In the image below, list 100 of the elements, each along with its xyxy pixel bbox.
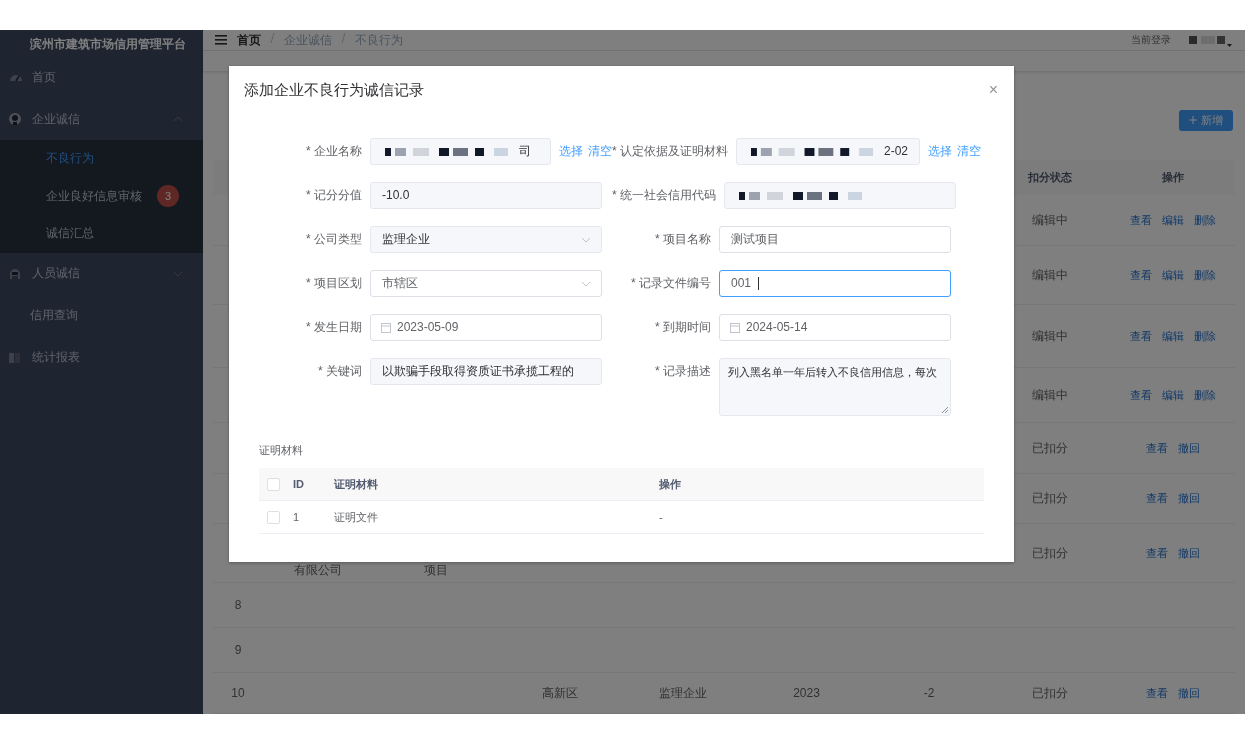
action-link[interactable]: 撤回 (1177, 440, 1200, 456)
field-label: * 公司类型 (305, 231, 363, 248)
date-field[interactable]: 2023-05-09 (370, 314, 602, 341)
chevron-down-icon (581, 280, 591, 287)
sidebar-item[interactable]: 统计报表 (0, 336, 203, 379)
input-field[interactable]: 司 (370, 138, 551, 165)
date-field[interactable]: 2024-05-14 (719, 314, 951, 341)
sidebar-item[interactable]: 企业诚信 (0, 98, 203, 140)
table-cell: -2 (923, 686, 935, 700)
table-cell: 10 (231, 686, 245, 700)
menu-icon (215, 34, 227, 47)
action-link[interactable]: 撤回 (1177, 545, 1200, 561)
resize-grip-icon (941, 406, 949, 414)
action-link[interactable]: 编辑 (1161, 212, 1184, 228)
action-link[interactable]: 查看 (1145, 491, 1168, 506)
count-badge: 3 (157, 185, 179, 208)
checkbox[interactable] (267, 510, 280, 524)
action-link[interactable]: 撤回 (1177, 491, 1200, 506)
add-button[interactable]: 新增 (1179, 109, 1233, 131)
plus-icon (1189, 116, 1197, 124)
field-label: * 项目区划 (305, 275, 363, 292)
action-link[interactable]: 撤回 (1177, 685, 1200, 701)
close-button[interactable]: × (988, 81, 998, 99)
slash-separator-icon (269, 31, 276, 44)
book-icon (8, 350, 22, 365)
column-header: 扣分状态 (1028, 170, 1072, 185)
input-field[interactable]: 以欺骗手段取得资质证书承揽工程的 (370, 358, 602, 385)
action-link[interactable]: 查看 (1145, 685, 1168, 701)
table-cell: 高新区 (542, 684, 578, 702)
table-cell: 已扣分 (1032, 490, 1068, 507)
input-field[interactable]: 测试项目 (719, 226, 951, 253)
table-cell: 已扣分 (1032, 439, 1068, 457)
table-cell: 已扣分 (1032, 544, 1068, 562)
column-header: 操作 (1161, 170, 1184, 185)
action-link[interactable]: 编辑 (1161, 387, 1184, 403)
table-cell: 2023 (793, 686, 820, 700)
input-field[interactable]: -10.0 (370, 182, 602, 209)
action-link[interactable]: 查看 (1129, 387, 1152, 403)
submenu-item[interactable]: 不良行为 (0, 140, 203, 178)
sidebar-item[interactable]: 人员诚信 (0, 252, 203, 295)
current-user-label: 当前登录 (1131, 33, 1171, 48)
dialog-title: 添加企业不良行为诚信记录 (244, 80, 424, 100)
text-area[interactable]: 列入黑名单一年后转入不良信用信息，每次 (719, 358, 951, 416)
input-field[interactable] (724, 182, 956, 209)
table-cell: 1 (293, 511, 300, 523)
calendar-icon (730, 322, 740, 333)
action-link[interactable]: 查看 (1129, 212, 1152, 228)
field-label: * 关键词 (317, 363, 363, 380)
action-link[interactable]: 选择 (928, 138, 952, 165)
action-link[interactable]: 清空 (957, 138, 981, 165)
action-link[interactable]: 删除 (1193, 212, 1216, 228)
action-link[interactable]: 删除 (1193, 267, 1216, 283)
people-icon (8, 266, 22, 281)
column-header: ID (293, 478, 304, 490)
table-cell: 编辑中 (1032, 327, 1068, 345)
action-link[interactable]: 编辑 (1161, 328, 1184, 344)
app-title: 滨州市建筑市场信用管理平台 (29, 36, 187, 53)
action-link[interactable]: 选择 (559, 138, 583, 165)
calendar-icon (381, 322, 391, 333)
table-cell: 编辑中 (1032, 211, 1068, 229)
column-header: 操作 (659, 477, 681, 490)
table-cell: 监理企业 (658, 684, 707, 702)
input-field[interactable]: 2-02 (736, 138, 920, 165)
action-link[interactable]: 查看 (1129, 267, 1152, 283)
checkbox[interactable] (267, 477, 280, 491)
table-cell: 有限公司 (293, 562, 342, 579)
field-label: * 统一社会信用代码 (612, 187, 717, 204)
field-label: * 记分分值 (305, 187, 363, 204)
action-link[interactable]: 删除 (1193, 387, 1216, 403)
field-label: * 记录文件编号 (630, 275, 712, 292)
action-link[interactable]: 查看 (1129, 328, 1152, 344)
action-link[interactable]: 删除 (1193, 328, 1216, 344)
table-cell: 证明文件 (334, 510, 378, 523)
submenu-item[interactable]: 企业良好信息审核 3 (0, 177, 203, 215)
action-link[interactable]: 查看 (1145, 545, 1168, 561)
column-header: 证明材料 (334, 477, 378, 490)
action-link[interactable]: 清空 (588, 138, 612, 165)
table-cell: 9 (234, 643, 242, 657)
action-link[interactable]: 编辑 (1161, 267, 1184, 283)
sidebar-item[interactable]: 首页 (0, 56, 203, 98)
breadcrumb-link[interactable]: 首页 (237, 31, 261, 49)
table-cell: 8 (234, 598, 242, 612)
field-label: * 企业名称 (305, 143, 363, 160)
select-field[interactable]: 监理企业 (370, 226, 602, 253)
table-cell: - (659, 511, 663, 523)
field-label: * 到期时间 (654, 319, 712, 336)
section-title: 证明材料 (259, 443, 304, 458)
submenu-item[interactable]: 诚信汇总 (0, 215, 203, 253)
sidebar-item[interactable]: 信用查询 (0, 294, 203, 337)
field-label: * 发生日期 (305, 319, 363, 336)
table-cell: 编辑中 (1032, 266, 1068, 284)
field-label: * 记录描述 (654, 363, 712, 380)
select-field[interactable]: 市辖区 (370, 270, 602, 297)
chevron-down-icon (581, 236, 591, 243)
action-link[interactable]: 查看 (1145, 440, 1168, 456)
input-field[interactable]: 001 (719, 270, 951, 297)
field-label: * 项目名称 (654, 231, 712, 248)
table-cell: 编辑中 (1032, 386, 1068, 404)
field-label: * 认定依据及证明材料 (612, 143, 729, 160)
table-cell: 已扣分 (1032, 684, 1068, 702)
